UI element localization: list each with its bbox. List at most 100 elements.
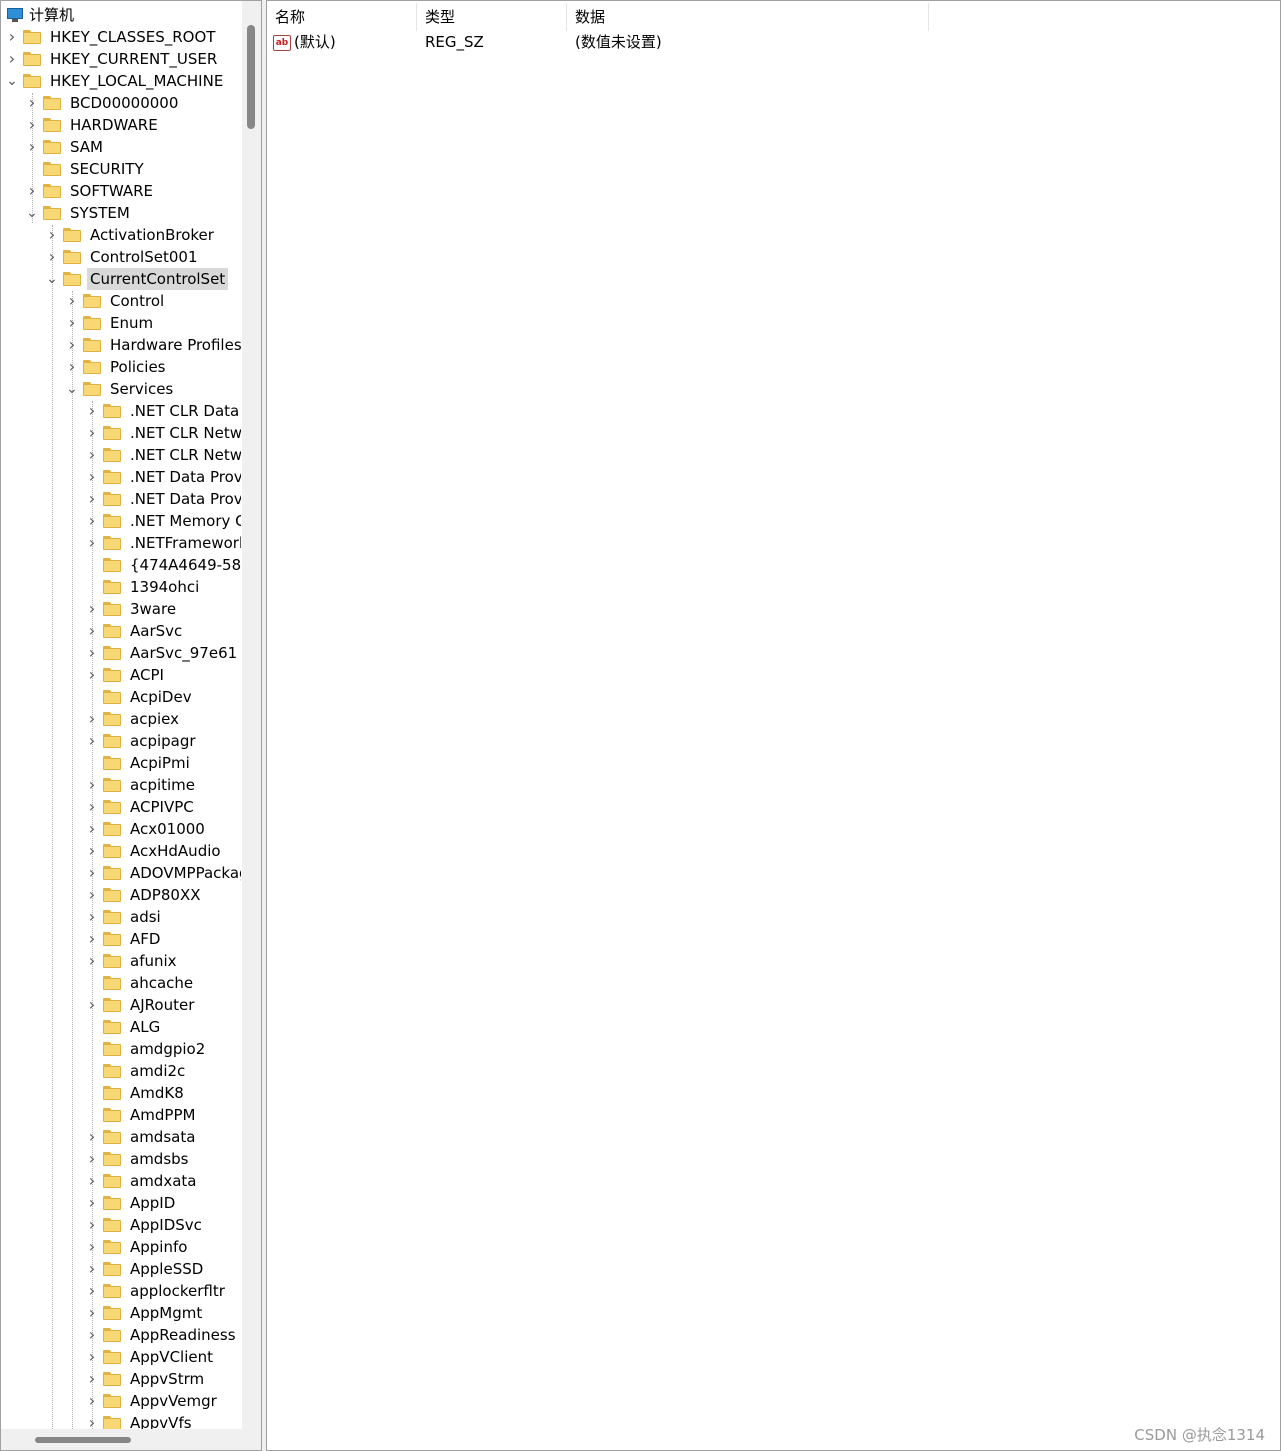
- chevron-right-icon[interactable]: ›: [85, 422, 99, 444]
- tree-node[interactable]: ⌄ CurrentControlSet: [45, 268, 229, 290]
- tree-node[interactable]: › AJRouter: [85, 994, 197, 1016]
- tree-vertical-scroll-thumb[interactable]: [247, 25, 255, 129]
- tree-node[interactable]: › .NET Data Provider for Oracle: [85, 466, 241, 488]
- tree-horizontal-scroll-thumb[interactable]: [35, 1437, 131, 1443]
- tree-node[interactable]: › Enum: [65, 312, 156, 334]
- chevron-right-icon[interactable]: ›: [85, 708, 99, 730]
- chevron-right-icon[interactable]: ›: [65, 290, 79, 312]
- chevron-right-icon[interactable]: ›: [85, 1302, 99, 1324]
- chevron-right-icon[interactable]: ›: [85, 1412, 99, 1429]
- chevron-right-icon[interactable]: ›: [85, 884, 99, 906]
- tree-node[interactable]: AcpiDev: [85, 686, 195, 708]
- tree-node[interactable]: › Control: [65, 290, 167, 312]
- tree-node[interactable]: › AcxHdAudio: [85, 840, 224, 862]
- chevron-right-icon[interactable]: ›: [85, 730, 99, 752]
- chevron-right-icon[interactable]: ›: [65, 312, 79, 334]
- chevron-down-icon[interactable]: ⌄: [25, 202, 39, 224]
- chevron-right-icon[interactable]: ›: [85, 796, 99, 818]
- tree-node[interactable]: amdgpio2: [85, 1038, 208, 1060]
- chevron-right-icon[interactable]: ›: [65, 334, 79, 356]
- tree-node[interactable]: › .NET CLR Networking 4.0.0.0: [85, 444, 241, 466]
- tree-node[interactable]: SECURITY: [25, 158, 147, 180]
- chevron-right-icon[interactable]: ›: [85, 1280, 99, 1302]
- tree-vertical-scrollbar[interactable]: [242, 1, 261, 1429]
- chevron-right-icon[interactable]: ›: [45, 224, 59, 246]
- chevron-right-icon[interactable]: ›: [85, 1346, 99, 1368]
- chevron-right-icon[interactable]: ›: [85, 1324, 99, 1346]
- chevron-right-icon[interactable]: ›: [85, 444, 99, 466]
- tree-node[interactable]: AmdK8: [85, 1082, 187, 1104]
- tree-node[interactable]: › acpiex: [85, 708, 182, 730]
- chevron-right-icon[interactable]: ›: [85, 1192, 99, 1214]
- chevron-right-icon[interactable]: ›: [85, 598, 99, 620]
- tree-node[interactable]: ⌄ HKEY_LOCAL_MACHINE: [5, 70, 226, 92]
- tree-root-computer[interactable]: 计算机: [3, 4, 74, 26]
- chevron-right-icon[interactable]: ›: [85, 1214, 99, 1236]
- tree-node[interactable]: › Policies: [65, 356, 168, 378]
- tree-node[interactable]: › HKEY_CLASSES_ROOT: [5, 26, 218, 48]
- chevron-right-icon[interactable]: ›: [85, 1258, 99, 1280]
- tree-node[interactable]: › SAM: [25, 136, 106, 158]
- tree-node[interactable]: › AarSvc: [85, 620, 185, 642]
- tree-node[interactable]: › afunix: [85, 950, 180, 972]
- chevron-right-icon[interactable]: ›: [25, 136, 39, 158]
- chevron-right-icon[interactable]: ›: [85, 400, 99, 422]
- chevron-right-icon[interactable]: ›: [85, 620, 99, 642]
- chevron-right-icon[interactable]: ›: [85, 466, 99, 488]
- column-header-type[interactable]: 类型: [417, 3, 567, 31]
- chevron-right-icon[interactable]: ›: [85, 1148, 99, 1170]
- chevron-right-icon[interactable]: ›: [25, 180, 39, 202]
- chevron-right-icon[interactable]: ›: [85, 818, 99, 840]
- tree-node[interactable]: {474A4649-5840: [85, 554, 241, 576]
- tree-node[interactable]: › amdxata: [85, 1170, 199, 1192]
- tree-node[interactable]: › ADOVMPPackage: [85, 862, 241, 884]
- tree-node[interactable]: › HKEY_CURRENT_USER: [5, 48, 220, 70]
- tree-node[interactable]: › Appinfo: [85, 1236, 190, 1258]
- tree-node[interactable]: ⌄ SYSTEM: [25, 202, 133, 224]
- chevron-right-icon[interactable]: ›: [45, 246, 59, 268]
- tree-node[interactable]: › .NET Data Provider for SqlServer: [85, 488, 241, 510]
- chevron-right-icon[interactable]: ›: [85, 1368, 99, 1390]
- tree-node[interactable]: › HARDWARE: [25, 114, 161, 136]
- tree-node[interactable]: ahcache: [85, 972, 196, 994]
- chevron-down-icon[interactable]: ⌄: [45, 268, 59, 290]
- tree-node[interactable]: › AFD: [85, 928, 163, 950]
- tree-node[interactable]: › ACPI: [85, 664, 167, 686]
- tree-node[interactable]: › BCD00000000: [25, 92, 181, 114]
- tree-node[interactable]: › amdsbs: [85, 1148, 191, 1170]
- tree-node[interactable]: › .NETFramework: [85, 532, 241, 554]
- chevron-right-icon[interactable]: ›: [25, 114, 39, 136]
- chevron-right-icon[interactable]: ›: [85, 532, 99, 554]
- chevron-right-icon[interactable]: ›: [65, 356, 79, 378]
- tree-node[interactable]: › AarSvc_97e61: [85, 642, 240, 664]
- tree-node[interactable]: › ActivationBroker: [45, 224, 217, 246]
- chevron-right-icon[interactable]: ›: [85, 928, 99, 950]
- tree-node[interactable]: ALG: [85, 1016, 163, 1038]
- tree-node[interactable]: › adsi: [85, 906, 164, 928]
- tree-node[interactable]: › SOFTWARE: [25, 180, 156, 202]
- tree-node[interactable]: › AppVClient: [85, 1346, 216, 1368]
- tree-node[interactable]: › AppIDSvc: [85, 1214, 205, 1236]
- chevron-right-icon[interactable]: ›: [85, 488, 99, 510]
- chevron-right-icon[interactable]: ›: [85, 1126, 99, 1148]
- tree-node[interactable]: › applockerfltr: [85, 1280, 228, 1302]
- tree-node[interactable]: › 3ware: [85, 598, 179, 620]
- tree-node[interactable]: › .NET CLR Data: [85, 400, 241, 422]
- chevron-right-icon[interactable]: ›: [85, 1170, 99, 1192]
- tree-node[interactable]: › AppvVemgr: [85, 1390, 220, 1412]
- tree-node[interactable]: › AppvVfs: [85, 1412, 195, 1429]
- chevron-right-icon[interactable]: ›: [85, 510, 99, 532]
- chevron-right-icon[interactable]: ›: [85, 862, 99, 884]
- tree-node[interactable]: › acpitime: [85, 774, 198, 796]
- chevron-right-icon[interactable]: ›: [85, 774, 99, 796]
- tree-node[interactable]: › ACPIVPC: [85, 796, 197, 818]
- tree-node[interactable]: › AppvStrm: [85, 1368, 207, 1390]
- tree-node[interactable]: › .NET Memory Cache 4.0: [85, 510, 241, 532]
- chevron-right-icon[interactable]: ›: [85, 840, 99, 862]
- tree-node[interactable]: › Hardware Profiles: [65, 334, 241, 356]
- chevron-right-icon[interactable]: ›: [85, 642, 99, 664]
- tree-node[interactable]: › AppReadiness: [85, 1324, 239, 1346]
- tree-node[interactable]: AmdPPM: [85, 1104, 198, 1126]
- tree-node[interactable]: › ADP80XX: [85, 884, 204, 906]
- chevron-down-icon[interactable]: ⌄: [65, 378, 79, 400]
